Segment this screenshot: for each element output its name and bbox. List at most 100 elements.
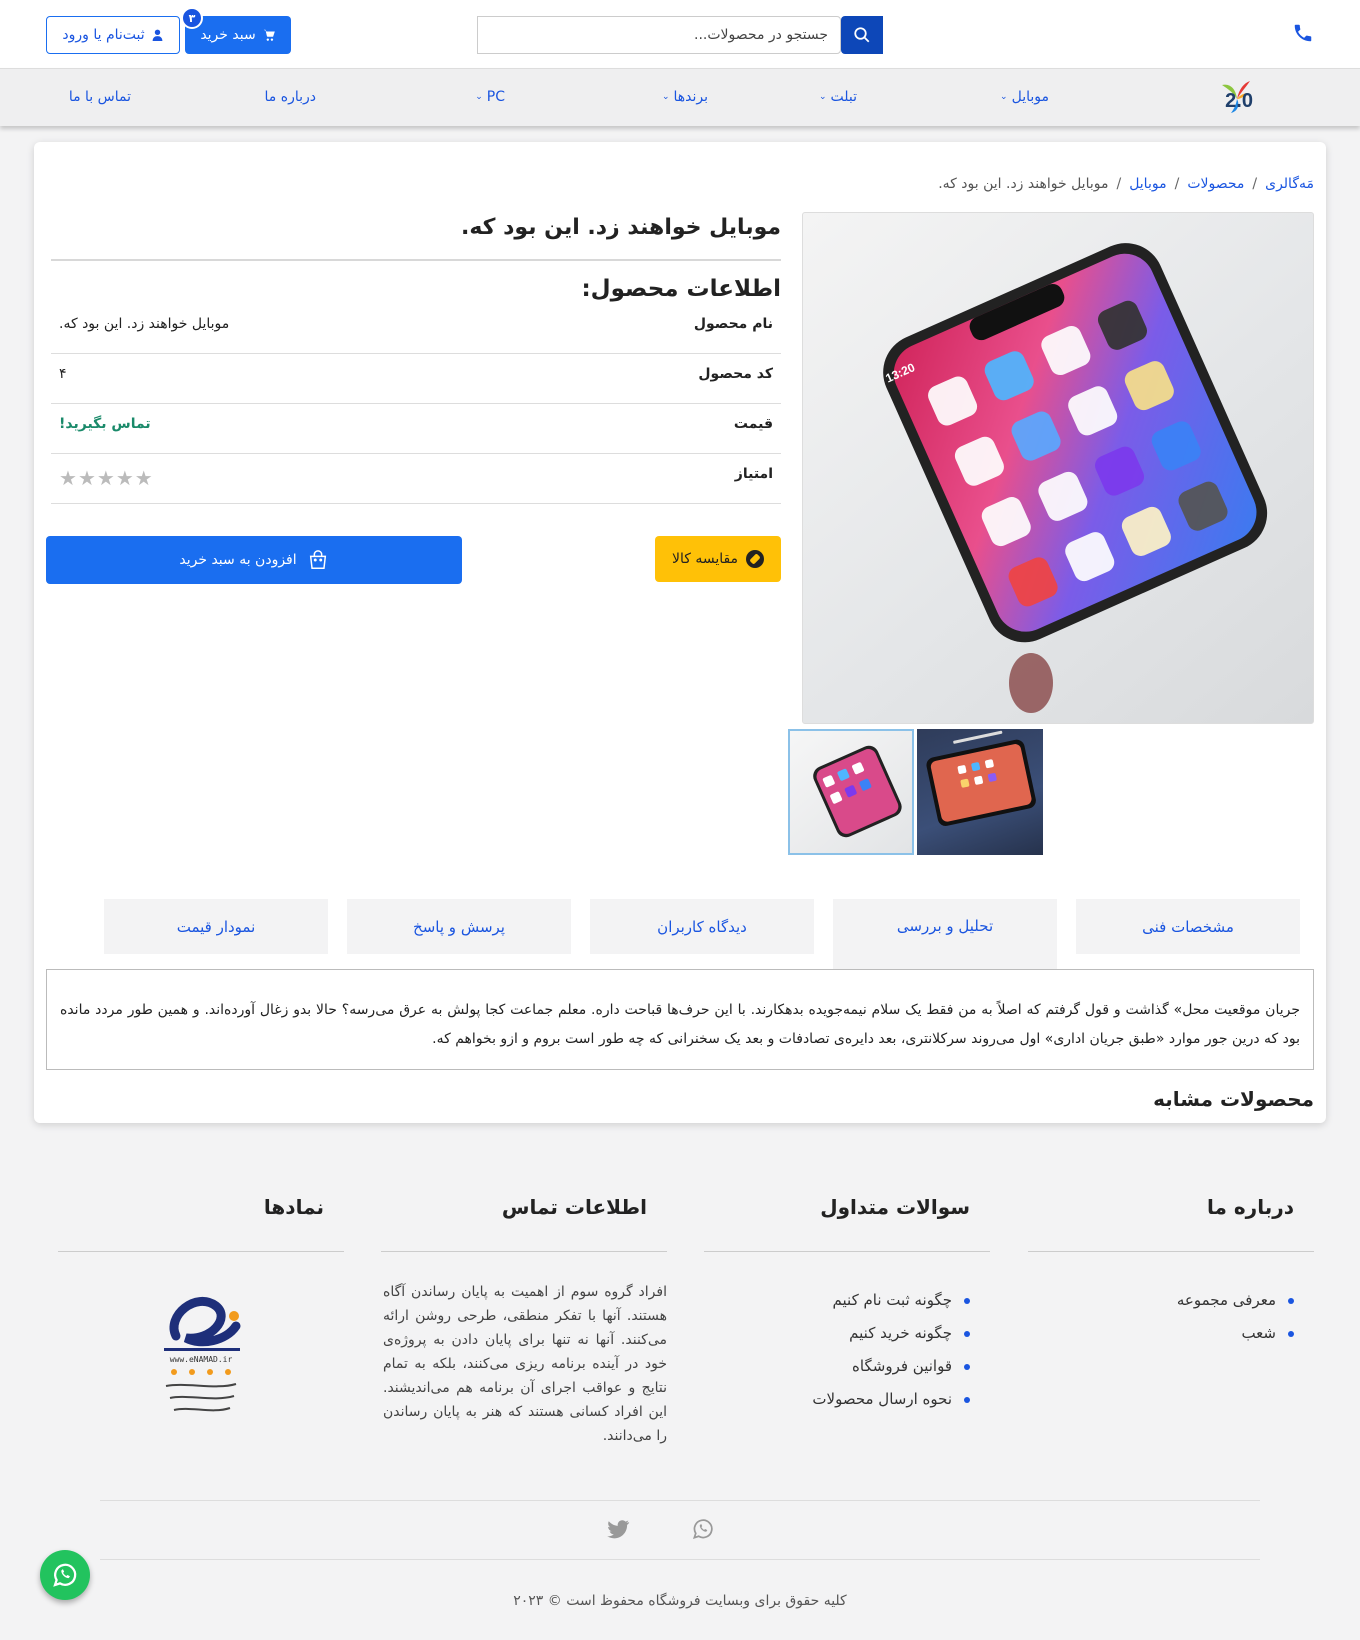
divider [100, 1559, 1260, 1560]
star-icon[interactable]: ★ [135, 468, 153, 488]
similar-products-heading: محصولات مشابه [1153, 1087, 1314, 1111]
login-register-button[interactable]: ثبت‌نام یا ورود [46, 16, 180, 54]
copyright-text: کلیه حقوق برای وبسایت فروشگاه محفوظ است … [513, 1593, 847, 1609]
chevron-down-icon: ⌄ [1000, 92, 1008, 102]
nav-item-contact[interactable]: تماس با ما [69, 89, 131, 105]
tab-price-chart[interactable]: نمودار قیمت [104, 899, 328, 954]
info-label: نام محصول [693, 316, 773, 332]
bullet-icon [964, 1363, 970, 1370]
phone-icon[interactable] [1292, 22, 1314, 44]
twitter-icon[interactable] [605, 1516, 631, 1542]
logo-text: yii 2.0 [1220, 90, 1253, 112]
search-button[interactable] [841, 16, 883, 54]
divider [58, 1251, 344, 1252]
product-thumbnail[interactable] [788, 729, 914, 855]
tab-content-panel: جریان موقعیت محل» گذاشت و قول گرفتم که ا… [46, 969, 1314, 1070]
enamad-badge[interactable]: www.eNAMAD.ir [156, 1286, 246, 1426]
star-icon[interactable]: ★ [59, 468, 77, 488]
add-to-cart-button[interactable]: افزودن به سبد خرید [46, 536, 462, 584]
chevron-down-icon: ⌄ [475, 92, 483, 102]
add-to-cart-label: افزودن به سبد خرید [179, 552, 297, 568]
star-icon[interactable]: ★ [78, 468, 96, 488]
info-value: ۴ [59, 366, 67, 382]
footer-link[interactable]: چگونه ثبت نام کنیم [704, 1284, 970, 1317]
footer-heading: نمادها [263, 1195, 324, 1219]
footer-badges-column: نمادها www.eNAMAD.ir [58, 1195, 344, 1426]
tab-specs[interactable]: مشخصات فنی [1076, 899, 1300, 954]
nav-item-tablet[interactable]: تبلت ⌄ [819, 89, 857, 105]
tablet-thumbnail-image [926, 730, 1036, 826]
site-logo[interactable]: yii 2.0 [1197, 77, 1304, 117]
breadcrumb-home[interactable]: مَه‌گالری [1265, 176, 1314, 192]
nav-item-label: تماس با ما [68, 89, 131, 105]
main-navbar: yii 2.0 موبایل ⌄ تبلت ⌄ برندها ⌄ PC ⌄ در… [0, 68, 1360, 126]
chevron-down-icon: ⌄ [818, 92, 827, 102]
breadcrumb-products[interactable]: محصولات [1187, 176, 1244, 192]
footer-link[interactable]: معرفی مجموعه [1028, 1284, 1294, 1317]
top-header: سبد خرید ۳ ثبت‌نام یا ورود [0, 0, 1360, 68]
breadcrumb-current: موبایل خواهند زد. این بود که. [938, 176, 1109, 192]
breadcrumb-separator: / [1116, 176, 1122, 192]
breadcrumb-separator: / [1174, 176, 1180, 192]
compare-button[interactable]: مقایسه کالا [655, 536, 781, 582]
breadcrumb-mobile[interactable]: موبایل [1129, 176, 1166, 192]
search-icon [854, 27, 870, 43]
divider [100, 1500, 1260, 1501]
star-icon[interactable]: ★ [97, 468, 115, 488]
footer-link[interactable]: نحوه ارسال محصولات [704, 1383, 970, 1416]
tab-reviews[interactable]: دیدگاه کاربران [590, 899, 814, 954]
cart-label: سبد خرید [200, 27, 256, 43]
nav-item-pc[interactable]: PC ⌄ [475, 89, 505, 105]
footer-link[interactable]: چگونه خرید کنیم [704, 1317, 970, 1350]
product-thumbnail[interactable] [917, 729, 1043, 855]
footer: درباره ما معرفی مجموعه شعب سوالات متداول… [0, 1155, 1360, 1640]
footer-heading: اطلاعات تماس [501, 1195, 647, 1219]
tab-analysis[interactable]: تحلیل و بررسی [833, 899, 1057, 975]
nav-item-mobile[interactable]: موبایل ⌄ [1000, 89, 1049, 105]
bullet-icon [964, 1396, 970, 1403]
info-row-name: نام محصول موبایل خواهند زد. این بود که. [51, 304, 781, 354]
contact-for-price-link[interactable]: تماس بگیرید! [59, 416, 151, 432]
whatsapp-icon [53, 1563, 77, 1587]
footer-about-column: درباره ما معرفی مجموعه شعب [1028, 1195, 1314, 1350]
footer-link-label: شعب [1241, 1324, 1276, 1342]
cart-count-badge: ۳ [181, 7, 203, 29]
footer-link-label: چگونه ثبت نام کنیم [832, 1291, 952, 1309]
nav-item-label: موبایل [1011, 89, 1049, 105]
enamad-logo-icon: www.eNAMAD.ir [164, 1296, 241, 1412]
nav-item-label: تبلت [830, 89, 857, 105]
info-label: قیمت [733, 416, 773, 432]
shopping-bag-icon [309, 550, 326, 569]
contact-description: افراد گروه سوم از اهمیت به پایان رساندن … [383, 1284, 667, 1444]
yii-logo-icon: yii 2.0 [1197, 81, 1253, 113]
divider [51, 259, 781, 261]
nav-item-about[interactable]: درباره ما [265, 89, 316, 105]
search-input[interactable] [477, 16, 841, 54]
star-icon[interactable]: ★ [116, 468, 134, 488]
cart-button[interactable]: سبد خرید ۳ [181, 7, 291, 54]
footer-link[interactable]: قوانین فروشگاه [704, 1350, 970, 1383]
whatsapp-chat-button[interactable] [40, 1550, 90, 1600]
nav-item-label: برندها [673, 89, 708, 105]
nav-item-label: درباره ما [264, 89, 316, 105]
product-info-heading: اطلاعات محصول: [581, 276, 781, 302]
enamad-url: www.eNAMAD.ir [170, 1355, 233, 1364]
footer-link[interactable]: شعب [1028, 1317, 1294, 1350]
nav-item-brands[interactable]: برندها ⌄ [662, 89, 708, 105]
bullet-icon [964, 1330, 970, 1337]
footer-faq-column: سوالات متداول چگونه ثبت نام کنیم چگونه خ… [704, 1195, 990, 1416]
breadcrumb: مَه‌گالری / محصولات / موبایل / موبایل خو… [938, 176, 1314, 192]
bullet-icon [1288, 1330, 1294, 1337]
whatsapp-icon[interactable] [690, 1516, 716, 1542]
divider [704, 1251, 990, 1252]
product-main-image[interactable]: 13:20 [802, 212, 1314, 724]
compare-label: مقایسه کالا [671, 551, 739, 567]
user-icon [152, 29, 163, 41]
tab-qa[interactable]: پرسش و پاسخ [347, 899, 571, 954]
rating-stars[interactable]: ★ ★ ★ ★ ★ [59, 468, 153, 488]
info-row-price: قیمت تماس بگیرید! [51, 404, 781, 454]
compass-icon [746, 550, 765, 568]
footer-heading: درباره ما [1207, 1195, 1294, 1219]
info-value: موبایل خواهند زد. این بود که. [59, 316, 230, 332]
footer-link-label: چگونه خرید کنیم [849, 1324, 952, 1342]
